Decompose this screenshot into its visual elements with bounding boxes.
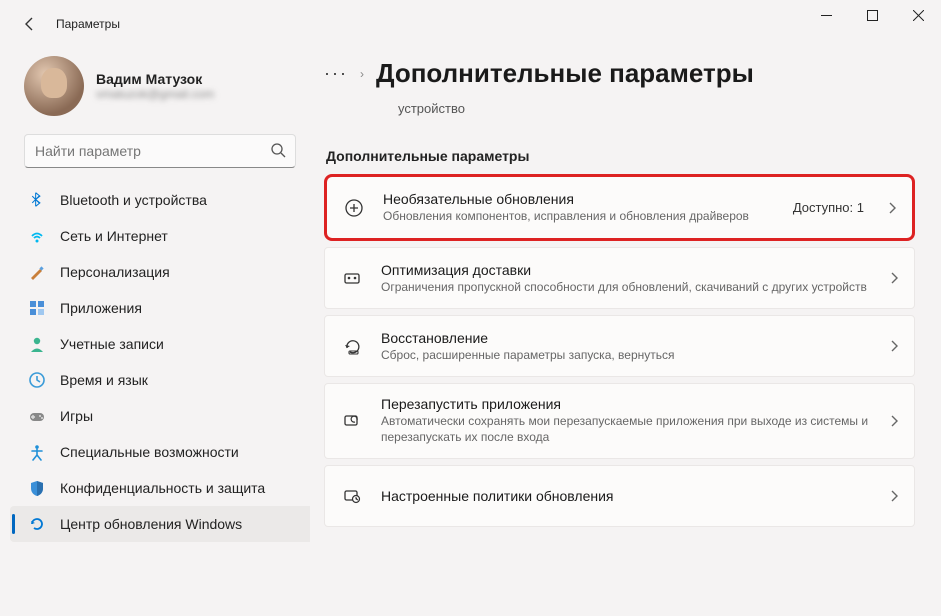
search-icon — [270, 142, 286, 158]
content-pane: ··· › Дополнительные параметры устройств… — [310, 48, 941, 616]
sidebar-item-access[interactable]: Специальные возможности — [10, 434, 310, 470]
policy-icon — [341, 485, 363, 507]
sidebar-item-sync[interactable]: Центр обновления Windows — [10, 506, 310, 542]
sidebar-item-brush[interactable]: Персонализация — [10, 254, 310, 290]
card-subtitle: Автоматически сохранять мои перезапускае… — [381, 413, 872, 445]
clock-icon — [28, 371, 46, 389]
card-title: Необязательные обновления — [383, 191, 775, 207]
sidebar: Вадим Матузок vmatuzok@gmail.com Bluetoo… — [0, 48, 310, 616]
game-icon — [28, 407, 46, 425]
profile-email: vmatuzok@gmail.com — [96, 87, 214, 101]
page-title: Дополнительные параметры — [376, 58, 754, 89]
breadcrumb: ··· › Дополнительные параметры — [324, 58, 915, 89]
brush-icon — [28, 263, 46, 281]
sidebar-item-label: Сеть и Интернет — [60, 228, 168, 244]
settings-card-delivery[interactable]: Оптимизация доставки Ограничения пропуск… — [324, 247, 915, 309]
sidebar-item-label: Приложения — [60, 300, 142, 316]
chevron-right-icon — [890, 340, 898, 352]
sidebar-item-bt[interactable]: Bluetooth и устройства — [10, 182, 310, 218]
minimize-button[interactable] — [803, 0, 849, 30]
card-title: Перезапустить приложения — [381, 396, 872, 412]
chevron-right-icon — [890, 272, 898, 284]
apps-icon — [28, 299, 46, 317]
sidebar-item-shield[interactable]: Конфиденциальность и защита — [10, 470, 310, 506]
shield-icon — [28, 479, 46, 497]
titlebar: Параметры — [0, 0, 941, 48]
sidebar-item-apps[interactable]: Приложения — [10, 290, 310, 326]
sync-icon — [28, 515, 46, 533]
profile-name: Вадим Матузок — [96, 71, 214, 87]
sidebar-item-user[interactable]: Учетные записи — [10, 326, 310, 362]
card-title: Настроенные политики обновления — [381, 488, 872, 504]
previous-card-fragment: устройство — [324, 97, 915, 130]
back-button[interactable] — [14, 8, 46, 40]
access-icon — [28, 443, 46, 461]
bt-icon — [28, 191, 46, 209]
sidebar-item-game[interactable]: Игры — [10, 398, 310, 434]
sidebar-item-label: Центр обновления Windows — [60, 516, 242, 532]
card-status: Доступно: 1 — [793, 200, 864, 215]
sidebar-item-label: Учетные записи — [60, 336, 164, 352]
section-label: Дополнительные параметры — [326, 148, 915, 164]
search-box[interactable] — [24, 134, 296, 168]
sidebar-item-wifi[interactable]: Сеть и Интернет — [10, 218, 310, 254]
sidebar-item-label: Bluetooth и устройства — [60, 192, 207, 208]
chevron-right-icon — [890, 490, 898, 502]
close-button[interactable] — [895, 0, 941, 30]
card-title: Восстановление — [381, 330, 872, 346]
card-subtitle: Обновления компонентов, исправления и об… — [383, 208, 775, 224]
card-subtitle: Сброс, расширенные параметры запуска, ве… — [381, 347, 872, 363]
restart-icon — [341, 410, 363, 432]
chevron-right-icon — [888, 202, 896, 214]
profile-block[interactable]: Вадим Матузок vmatuzok@gmail.com — [10, 54, 310, 134]
search-input[interactable] — [24, 134, 296, 168]
user-icon — [28, 335, 46, 353]
plus-icon — [343, 197, 365, 219]
settings-card-plus[interactable]: Необязательные обновления Обновления ком… — [324, 174, 915, 241]
maximize-button[interactable] — [849, 0, 895, 30]
settings-card-policy[interactable]: Настроенные политики обновления — [324, 465, 915, 527]
recover-icon — [341, 335, 363, 357]
delivery-icon — [341, 267, 363, 289]
settings-card-recover[interactable]: Восстановление Сброс, расширенные параме… — [324, 315, 915, 377]
card-subtitle: Ограничения пропускной способности для о… — [381, 279, 872, 295]
sidebar-item-label: Время и язык — [60, 372, 148, 388]
chevron-right-icon — [890, 415, 898, 427]
sidebar-item-label: Конфиденциальность и защита — [60, 480, 265, 496]
avatar — [24, 56, 84, 116]
app-title: Параметры — [56, 17, 120, 31]
breadcrumb-overflow[interactable]: ··· — [324, 63, 348, 84]
sidebar-item-label: Персонализация — [60, 264, 170, 280]
settings-card-restart[interactable]: Перезапустить приложения Автоматически с… — [324, 383, 915, 458]
breadcrumb-separator: › — [360, 67, 364, 81]
wifi-icon — [28, 227, 46, 245]
sidebar-item-clock[interactable]: Время и язык — [10, 362, 310, 398]
card-title: Оптимизация доставки — [381, 262, 872, 278]
sidebar-item-label: Игры — [60, 408, 93, 424]
sidebar-item-label: Специальные возможности — [60, 444, 239, 460]
nav-list: Bluetooth и устройства Сеть и Интернет Пер… — [10, 182, 310, 542]
